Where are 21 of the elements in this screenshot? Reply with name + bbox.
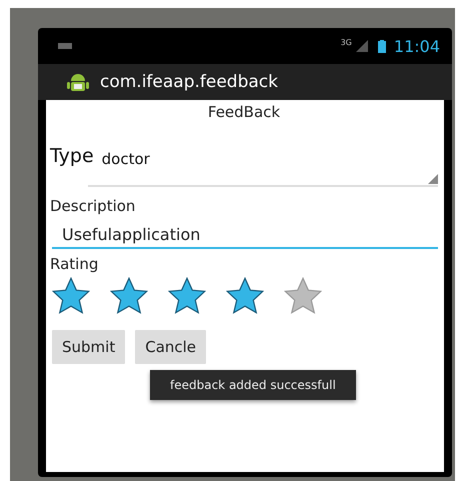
app-title: com.ifeaap.feedback — [100, 72, 278, 92]
star-icon — [52, 277, 90, 314]
cancel-button[interactable]: Cancle — [135, 330, 206, 364]
rating-label: Rating — [50, 255, 100, 273]
network-label: 3G — [340, 38, 352, 47]
clock: 11:04 — [394, 36, 440, 56]
toast-message: feedback added successfull — [150, 370, 356, 400]
star-icon — [110, 277, 148, 314]
keyboard-icon — [58, 43, 72, 49]
star-icon — [226, 277, 264, 314]
dropdown-corner-icon — [428, 174, 438, 184]
star-icon — [168, 277, 206, 314]
rating-bar[interactable] — [50, 277, 320, 314]
form-heading: FeedBack — [206, 103, 282, 121]
battery-icon — [378, 40, 386, 52]
star-icon — [284, 277, 322, 314]
description-field[interactable]: Usefulapplication — [52, 221, 438, 249]
submit-button[interactable]: Submit — [52, 330, 126, 364]
signal-icon — [356, 40, 368, 52]
android-icon — [66, 71, 90, 93]
description-label: Description — [50, 197, 136, 215]
